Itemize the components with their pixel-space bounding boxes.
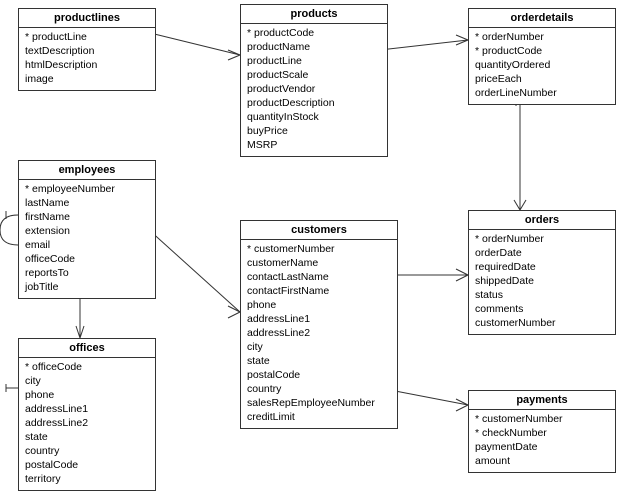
entity-orderdetails-body: * orderNumber * productCode quantityOrde… (469, 28, 615, 104)
field-customers-postalCode: postalCode (247, 368, 391, 382)
entity-offices-body: * officeCode city phone addressLine1 add… (19, 358, 155, 490)
field-orderdetails-quantityOrdered: quantityOrdered (475, 58, 609, 72)
field-productline-image: image (25, 72, 149, 86)
entity-orderdetails-header: orderdetails (469, 9, 615, 28)
field-productline-productLine: * productLine (25, 30, 149, 44)
field-offices-territory: territory (25, 472, 149, 486)
field-customers-creditLimit: creditLimit (247, 410, 391, 424)
field-employees-firstName: firstName (25, 210, 149, 224)
field-customers-state: state (247, 354, 391, 368)
field-payments-amount: amount (475, 454, 609, 468)
entity-payments-header: payments (469, 391, 615, 410)
field-offices-city: city (25, 374, 149, 388)
entity-productlines-body: * productLine textDescription htmlDescri… (19, 28, 155, 90)
entity-payments: payments * customerNumber * checkNumber … (468, 390, 616, 473)
field-orders-orderDate: orderDate (475, 246, 609, 260)
field-orders-orderNumber: * orderNumber (475, 232, 609, 246)
field-products-buyPrice: buyPrice (247, 124, 381, 138)
field-customers-addressLine2: addressLine2 (247, 326, 391, 340)
field-offices-phone: phone (25, 388, 149, 402)
entity-orders-body: * orderNumber orderDate requiredDate shi… (469, 230, 615, 334)
field-offices-addressLine1: addressLine1 (25, 402, 149, 416)
entity-orderdetails: orderdetails * orderNumber * productCode… (468, 8, 616, 105)
field-orders-requiredDate: requiredDate (475, 260, 609, 274)
field-products-productVendor: productVendor (247, 82, 381, 96)
field-orderdetails-priceEach: priceEach (475, 72, 609, 86)
entity-employees-body: * employeeNumber lastName firstName exte… (19, 180, 155, 298)
field-offices-country: country (25, 444, 149, 458)
field-products-MSRP: MSRP (247, 138, 381, 152)
field-payments-paymentDate: paymentDate (475, 440, 609, 454)
field-customers-phone: phone (247, 298, 391, 312)
field-customers-customerNumber: * customerNumber (247, 242, 391, 256)
entity-employees-header: employees (19, 161, 155, 180)
field-payments-customerNumber: * customerNumber (475, 412, 609, 426)
field-products-productDescription: productDescription (247, 96, 381, 110)
field-offices-state: state (25, 430, 149, 444)
entity-customers: customers * customerNumber customerName … (240, 220, 398, 429)
entity-offices-header: offices (19, 339, 155, 358)
field-customers-salesRepEmployeeNumber: salesRepEmployeeNumber (247, 396, 391, 410)
field-offices-officeCode: * officeCode (25, 360, 149, 374)
field-orders-comments: comments (475, 302, 609, 316)
field-products-productCode: * productCode (247, 26, 381, 40)
field-orderdetails-orderLineNumber: orderLineNumber (475, 86, 609, 100)
field-customers-contactLastName: contactLastName (247, 270, 391, 284)
field-employees-lastName: lastName (25, 196, 149, 210)
field-productline-textDescription: textDescription (25, 44, 149, 58)
field-employees-jobTitle: jobTitle (25, 280, 149, 294)
field-employees-extension: extension (25, 224, 149, 238)
erd-diagram: productlines * productLine textDescripti… (0, 0, 626, 500)
field-customers-contactFirstName: contactFirstName (247, 284, 391, 298)
entity-productlines: productlines * productLine textDescripti… (18, 8, 156, 91)
field-employees-employeeNumber: * employeeNumber (25, 182, 149, 196)
field-orders-customerNumber: customerNumber (475, 316, 609, 330)
entity-productlines-header: productlines (19, 9, 155, 28)
entity-orders: orders * orderNumber orderDate requiredD… (468, 210, 616, 335)
field-products-productScale: productScale (247, 68, 381, 82)
field-employees-email: email (25, 238, 149, 252)
field-offices-addressLine2: addressLine2 (25, 416, 149, 430)
field-orderdetails-productCode: * productCode (475, 44, 609, 58)
field-customers-customerName: customerName (247, 256, 391, 270)
field-products-quantityInStock: quantityInStock (247, 110, 381, 124)
field-customers-city: city (247, 340, 391, 354)
entity-offices: offices * officeCode city phone addressL… (18, 338, 156, 491)
entity-payments-body: * customerNumber * checkNumber paymentDa… (469, 410, 615, 472)
field-orders-shippedDate: shippedDate (475, 274, 609, 288)
field-customers-addressLine1: addressLine1 (247, 312, 391, 326)
entity-products-header: products (241, 5, 387, 24)
entity-employees: employees * employeeNumber lastName firs… (18, 160, 156, 299)
field-employees-officeCode: officeCode (25, 252, 149, 266)
field-customers-country: country (247, 382, 391, 396)
field-products-productName: productName (247, 40, 381, 54)
field-products-productLine: productLine (247, 54, 381, 68)
field-orders-status: status (475, 288, 609, 302)
field-orderdetails-orderNumber: * orderNumber (475, 30, 609, 44)
field-productline-htmlDescription: htmlDescription (25, 58, 149, 72)
entity-products-body: * productCode productName productLine pr… (241, 24, 387, 156)
entity-customers-body: * customerNumber customerName contactLas… (241, 240, 397, 428)
entity-customers-header: customers (241, 221, 397, 240)
entity-orders-header: orders (469, 211, 615, 230)
field-employees-reportsTo: reportsTo (25, 266, 149, 280)
entity-products: products * productCode productName produ… (240, 4, 388, 157)
field-payments-checkNumber: * checkNumber (475, 426, 609, 440)
field-offices-postalCode: postalCode (25, 458, 149, 472)
